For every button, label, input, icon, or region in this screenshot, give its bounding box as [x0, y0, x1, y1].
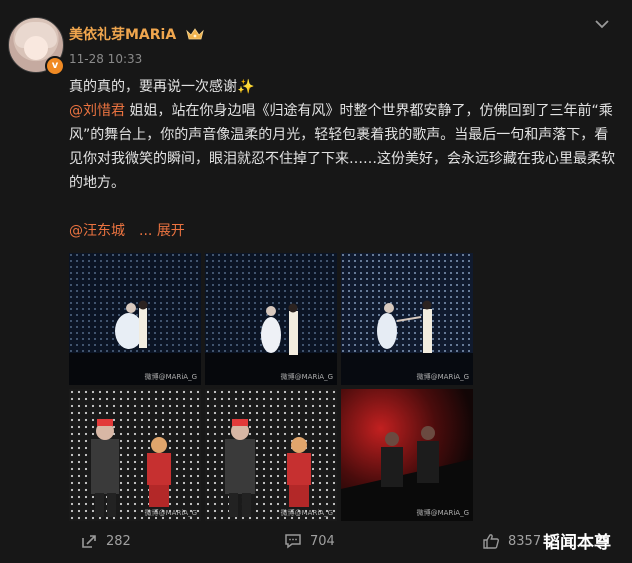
photo-thumbnail[interactable]: 微博@MARiA_G [69, 389, 201, 521]
sparkles-icon: ✨ [237, 79, 255, 95]
comment-count: 704 [310, 533, 335, 549]
post-first-line: 真的真的，要再说一次感谢✨ [69, 75, 619, 99]
username-text[interactable]: 美依礼芽MARiA [69, 27, 176, 43]
photo-watermark: 微博@MARiA_G [144, 509, 197, 517]
photo-watermark: 微博@MARiA_G [144, 373, 197, 381]
photo-grid: 微博@MARiA_G 微博@MARiA_G 微博@MARiA_G 微博@MARi… [69, 253, 473, 521]
stage-photo [205, 253, 337, 385]
expand-link[interactable]: ... 展开 [139, 223, 185, 239]
chevron-down-icon[interactable] [594, 16, 610, 32]
username[interactable]: 美依礼芽MARiA [69, 24, 204, 44]
expand-label[interactable]: 展开 [157, 223, 185, 239]
post-timestamp[interactable]: 11-28 10:33 [69, 52, 142, 66]
comment-button[interactable]: 704 [284, 533, 335, 549]
like-button[interactable]: 8357 [482, 533, 541, 549]
stage-photo [69, 389, 201, 521]
stage-photo [69, 253, 201, 385]
avatar-face [24, 36, 48, 60]
photo-thumbnail[interactable]: 微博@MARiA_G [205, 253, 337, 385]
photo-watermark: 微博@MARiA_G [280, 509, 333, 517]
thumbs-up-icon [483, 534, 499, 549]
post-body-text: 姐姐，站在你身边唱《归途有风》时整个世界都安静了，仿佛回到了三年前“乘风”的舞台… [69, 103, 615, 191]
mention-row: @汪东城... 展开 [69, 220, 185, 240]
repost-button[interactable]: 282 [80, 533, 131, 549]
crown-icon [186, 28, 204, 40]
ellipsis: ... [139, 223, 153, 239]
photo-thumbnail[interactable]: 微博@MARiA_G [205, 389, 337, 521]
mention-link[interactable]: @汪东城 [69, 223, 125, 239]
comment-icon [285, 534, 301, 549]
first-line-text: 真的真的，要再说一次感谢 [69, 79, 237, 95]
post-body: 真的真的，要再说一次感谢✨ @刘惜君 姐姐，站在你身边唱《归途有风》时整个世界都… [69, 75, 619, 195]
mention-link[interactable]: @刘惜君 [69, 103, 125, 119]
repost-icon [82, 535, 96, 548]
photo-watermark: 微博@MARiA_G [416, 373, 469, 381]
repost-count: 282 [106, 533, 131, 549]
stage-photo [205, 389, 337, 521]
photo-watermark: 微博@MARiA_G [280, 373, 333, 381]
photo-thumbnail[interactable]: 微博@MARiA_G [341, 389, 473, 521]
photo-thumbnail[interactable]: 微博@MARiA_G [69, 253, 201, 385]
weibo-post-card: v 美依礼芽MARiA 11-28 10:33 真的真的，要再说一次感谢✨ @刘… [0, 0, 632, 563]
stage-photo [341, 253, 473, 385]
stage-photo [341, 389, 473, 521]
overlay-watermark: 韬闻本尊 [543, 533, 611, 553]
verified-badge-icon: v [45, 56, 65, 76]
photo-thumbnail[interactable]: 微博@MARiA_G [341, 253, 473, 385]
photo-watermark: 微博@MARiA_G [416, 509, 469, 517]
action-bar: 282 704 8357 [0, 523, 632, 563]
like-count: 8357 [508, 533, 542, 549]
